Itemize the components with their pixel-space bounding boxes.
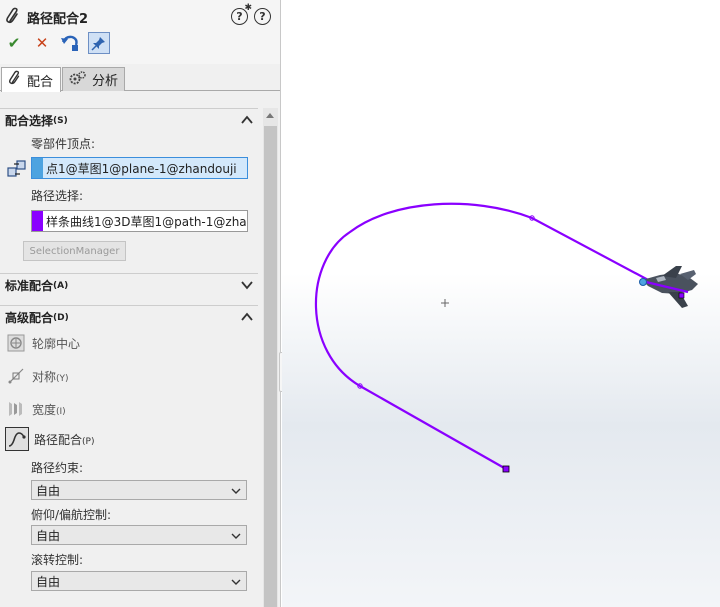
paperclip-icon: [8, 70, 22, 90]
path-selection-label: 路径选择:: [31, 189, 84, 203]
section-title: 配合选择: [5, 114, 54, 128]
option-label: 路径配合: [34, 432, 83, 447]
section-shortcut: (A): [53, 280, 69, 291]
action-buttons: ✔ ✕: [4, 32, 110, 54]
keep-visible-pin-icon[interactable]: [88, 32, 110, 54]
tab-label: 配合: [27, 74, 54, 90]
mate-selection-icon[interactable]: [6, 158, 28, 183]
section-shortcut: (S): [53, 115, 68, 126]
pitch-yaw-dropdown[interactable]: 自由: [31, 525, 247, 545]
path-mate-icon: [5, 427, 29, 451]
path-spline-curve[interactable]: [314, 202, 653, 470]
option-label: 轮廓中心: [32, 336, 81, 351]
section-standard-mates[interactable]: 标准配合 (A): [0, 273, 258, 297]
scroll-up-arrow-icon[interactable]: [266, 113, 274, 118]
section-mate-selections[interactable]: 配合选择 (S): [0, 108, 258, 132]
path-end-point[interactable]: [502, 465, 510, 473]
chevron-up-icon[interactable]: [240, 310, 254, 324]
section-shortcut: (D): [53, 312, 69, 323]
selection-color-swatch: [32, 211, 43, 231]
pitch-yaw-label: 俯仰/偏航控制:: [31, 508, 112, 522]
chevron-down-icon: [231, 488, 241, 494]
help-icon[interactable]: ?: [254, 8, 271, 25]
dropdown-value: 自由: [36, 483, 61, 498]
tab-analysis[interactable]: 分析: [62, 67, 125, 91]
tab-bar: 配合 分析: [0, 67, 280, 92]
profile-center-option[interactable]: 轮廓中心: [5, 332, 80, 354]
option-label: 对称: [32, 369, 57, 384]
path-selection-value: 样条曲线1@3D草图1@path-1@zhandouji: [46, 214, 246, 229]
width-option[interactable]: 宽度(I): [5, 398, 66, 420]
viewport-canvas[interactable]: [282, 0, 720, 607]
scroll-thumb[interactable]: [264, 126, 277, 607]
chevron-down-icon: [231, 579, 241, 585]
component-vertex-value: 点1@草图1@plane-1@zhandouji: [46, 161, 237, 176]
path-mate-option[interactable]: 路径配合(P): [5, 427, 95, 451]
option-shortcut: (Y): [56, 373, 69, 384]
help-whats-new-icon[interactable]: ? ✱: [231, 3, 252, 25]
cancel-x-icon[interactable]: ✕: [32, 33, 52, 53]
path-constraint-label: 路径约束:: [31, 461, 84, 475]
chevron-down-icon: [231, 533, 241, 539]
roll-control-dropdown[interactable]: 自由: [31, 571, 247, 591]
origin-marker-icon: [441, 299, 449, 307]
paperclip-icon: [5, 7, 21, 28]
path-selection-field[interactable]: 样条曲线1@3D草图1@path-1@zhandouji: [31, 210, 248, 232]
gears-icon: [69, 70, 87, 90]
section-title: 标准配合: [5, 279, 54, 293]
path-constraint-dropdown[interactable]: 自由: [31, 480, 247, 500]
scrollbar[interactable]: [263, 108, 278, 607]
undo-icon[interactable]: [60, 33, 80, 53]
symmetric-option[interactable]: 对称(Y): [5, 365, 69, 387]
dropdown-value: 自由: [36, 574, 61, 589]
symmetric-icon: [5, 365, 27, 387]
page-title: 路径配合2: [27, 11, 89, 27]
property-manager-header: 路径配合2 ? ✱ ? ✔ ✕: [0, 0, 280, 64]
roll-control-label: 滚转控制:: [31, 553, 84, 567]
component-vertex-label: 零部件顶点:: [31, 137, 96, 151]
selection-manager-button[interactable]: SelectionManager: [23, 241, 126, 261]
option-label: 宽度: [32, 402, 57, 417]
ok-check-icon[interactable]: ✔: [4, 33, 24, 53]
help-icons: ? ✱ ?: [231, 3, 271, 25]
section-title: 高级配合: [5, 311, 54, 325]
solidworks-window: 路径配合2 ? ✱ ? ✔ ✕ 配合 分析 配合选择 (S) 零部件顶点: 点1…: [0, 0, 720, 607]
selection-color-swatch: [32, 158, 43, 178]
tab-mates[interactable]: 配合: [1, 67, 61, 92]
chevron-up-icon[interactable]: [240, 113, 254, 127]
fighter-jet-model[interactable]: [639, 266, 699, 308]
property-manager: 路径配合2 ? ✱ ? ✔ ✕ 配合 分析 配合选择 (S) 零部件顶点: 点1…: [0, 0, 281, 607]
profile-center-icon: [5, 332, 27, 354]
option-shortcut: (I): [56, 406, 66, 417]
chevron-down-icon[interactable]: [240, 278, 254, 292]
width-icon: [5, 398, 27, 420]
option-shortcut: (P): [82, 436, 95, 447]
component-vertex-field[interactable]: 点1@草图1@plane-1@zhandouji: [31, 157, 248, 179]
section-advanced-mates[interactable]: 高级配合 (D): [0, 305, 258, 329]
tab-label: 分析: [92, 74, 119, 89]
dropdown-value: 自由: [36, 528, 61, 543]
title-row: 路径配合2: [5, 6, 88, 28]
graphics-area[interactable]: [282, 0, 720, 607]
